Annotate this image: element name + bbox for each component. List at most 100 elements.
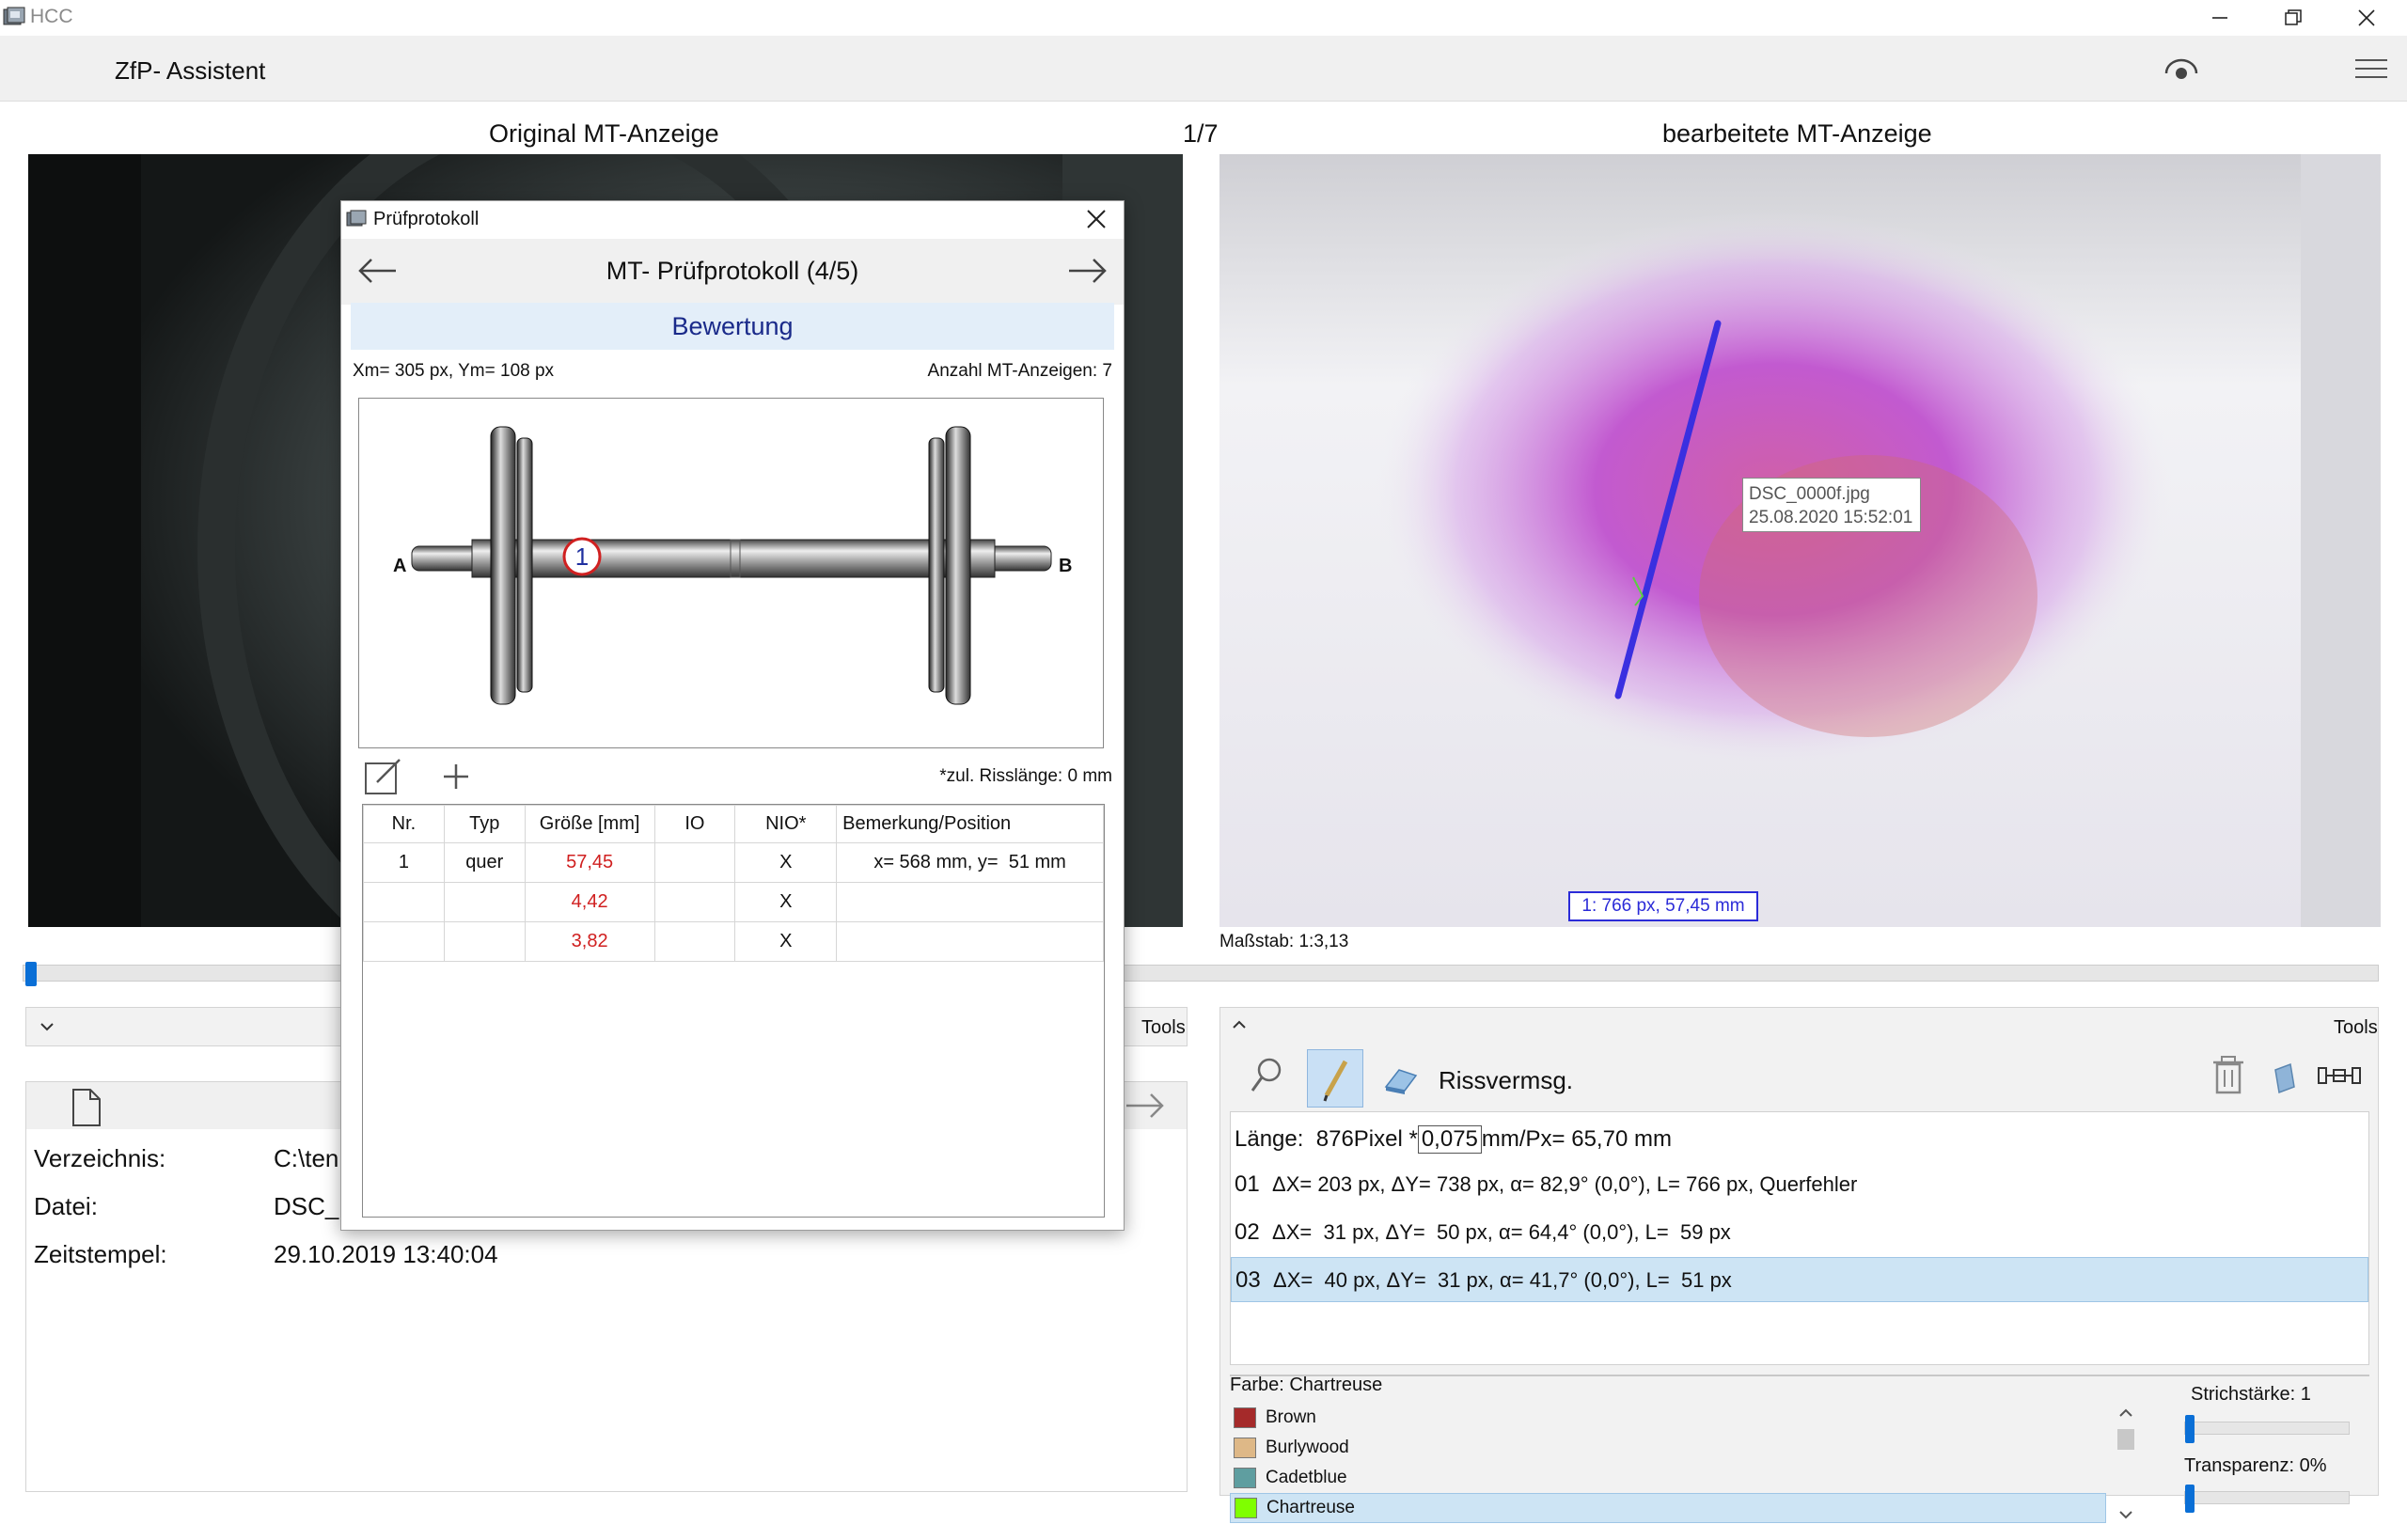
indication-table: Nr. Typ Größe [mm] IO NIO* Bemerkung/Pos… xyxy=(363,805,1104,962)
measurement-content: 03 ΔX= 40 px, ΔY= 31 px, α= 41,7° (0,0°)… xyxy=(1235,1267,1732,1294)
collapse-toggle-right[interactable] xyxy=(1230,1015,1249,1039)
color-swatch xyxy=(1234,1438,1256,1458)
col-header: Typ xyxy=(443,805,526,843)
measurement-id: 03 xyxy=(1235,1267,1261,1293)
scrollbar-arrows xyxy=(2117,1408,2134,1519)
divider xyxy=(1230,1375,2369,1376)
minimize-button[interactable] xyxy=(2183,0,2257,36)
scale-factor-input[interactable]: 0,075 xyxy=(1417,1125,1482,1154)
cell-typ xyxy=(443,882,526,922)
indication-marker: 1 xyxy=(575,542,589,571)
color-swatch xyxy=(1235,1498,1257,1518)
dialog-navigation: MT- Prüfprotokoll (4/5) xyxy=(341,239,1124,305)
dialog-close-button[interactable] xyxy=(1084,207,1109,236)
cell-nr xyxy=(363,882,445,922)
image-counter: 1/7 xyxy=(1183,119,1219,148)
cell-io[interactable] xyxy=(653,842,736,883)
col-header: IO xyxy=(653,805,736,843)
add-button[interactable] xyxy=(441,762,471,796)
pruefprotokoll-dialog: Prüfprotokoll MT- Prüfprotokoll (4/5) Be… xyxy=(340,200,1125,1231)
directory-label: Verzeichnis: xyxy=(34,1144,166,1172)
cell-nio[interactable]: X xyxy=(734,882,838,922)
eraser-tool-button[interactable] xyxy=(1382,1062,1420,1099)
cell-nr xyxy=(363,921,445,962)
cell-remark xyxy=(836,921,1104,962)
layer-icon xyxy=(2274,1062,2295,1094)
axle-diagram[interactable]: 1 A B xyxy=(358,398,1104,748)
file-value: DSC_( xyxy=(274,1192,348,1220)
close-window-button[interactable] xyxy=(2330,0,2403,36)
processed-image-caption: bearbeitete MT-Anzeige xyxy=(1662,119,1932,148)
pencil-icon xyxy=(1323,1060,1348,1102)
chevron-down-icon xyxy=(40,1023,54,1031)
layer-button[interactable] xyxy=(2270,1061,2300,1099)
document-button[interactable] xyxy=(68,1088,105,1132)
measurement-row-selected[interactable]: 03 ΔX= 40 px, ΔY= 31 px, α= 41,7° (0,0°)… xyxy=(1231,1257,2368,1302)
menu-button[interactable] xyxy=(2353,55,2389,87)
next-file-button[interactable] xyxy=(1125,1090,1166,1126)
dialog-titlebar: Prüfprotokoll xyxy=(341,201,1124,239)
color-swatch xyxy=(1234,1407,1256,1428)
color-item-chartreuse[interactable]: Chartreuse xyxy=(1230,1493,2106,1523)
color-item-cadetblue[interactable]: Cadetblue xyxy=(1230,1463,2106,1493)
stroke-width-slider[interactable] xyxy=(2184,1415,2350,1443)
chevron-up-icon xyxy=(1233,1020,1246,1029)
dialog-app-icon xyxy=(345,209,368,234)
stroke-width-thumb[interactable] xyxy=(2185,1415,2195,1443)
measurement-text: ΔX= 40 px, ΔY= 31 px, α= 41,7° (0,0°), L… xyxy=(1273,1268,1732,1292)
hamburger-icon xyxy=(2355,59,2387,78)
measurement-id: 02 xyxy=(1235,1219,1260,1245)
right-tools-label: Tools xyxy=(2334,1017,2378,1038)
app-header-title: ZfP- Assistent xyxy=(115,56,266,85)
next-page-button[interactable] xyxy=(1065,254,1109,292)
length-pixel-unit: Pixel * xyxy=(1353,1126,1418,1152)
cell-typ xyxy=(443,921,526,962)
ruler-button[interactable] xyxy=(2317,1061,2362,1093)
cell-remark: x= 568 mm, y= 51 mm xyxy=(836,842,1104,883)
cell-nio[interactable]: X xyxy=(734,842,838,883)
cell-nio[interactable]: X xyxy=(734,921,838,962)
zoom-tool-button[interactable] xyxy=(1249,1055,1286,1101)
cell-remark xyxy=(836,882,1104,922)
plus-icon xyxy=(444,764,468,789)
length-pixels: 876 xyxy=(1315,1126,1354,1152)
wheelset-drawing: 1 A B xyxy=(393,426,1072,705)
table-row[interactable]: 4,42 X xyxy=(363,882,1104,922)
measurement-row[interactable]: 02 ΔX= 31 px, ΔY= 50 px, α= 64,4° (0,0°)… xyxy=(1235,1219,1731,1246)
color-scrollbar[interactable] xyxy=(2112,1403,2140,1525)
color-item-brown[interactable]: Brown xyxy=(1230,1403,2106,1433)
cell-io[interactable] xyxy=(653,921,736,962)
edit-button[interactable] xyxy=(364,756,403,800)
col-header: Nr. xyxy=(363,805,445,843)
transparency-slider[interactable] xyxy=(2184,1485,2350,1513)
timestamp-value: 29.10.2019 13:40:04 xyxy=(274,1240,498,1268)
axle-label-a: A xyxy=(393,556,406,576)
color-item-burlywood[interactable]: Burlywood xyxy=(1230,1433,2106,1463)
right-tools-panel: Tools Rissvermsg. Länge: 876Pixel * 0,075… xyxy=(1219,1007,2379,1523)
transparency-thumb[interactable] xyxy=(2185,1485,2195,1513)
close-icon xyxy=(1087,210,1106,228)
ruler-icon xyxy=(2318,1067,2361,1084)
measurement-row[interactable]: 01 ΔX= 203 px, ΔY= 738 px, α= 82,9° (0,0… xyxy=(1235,1171,1857,1198)
cell-io[interactable] xyxy=(653,882,736,922)
table-row[interactable]: 3,82 X xyxy=(363,921,1104,962)
color-label: Farbe: Chartreuse xyxy=(1230,1375,1383,1395)
visibility-button[interactable] xyxy=(2163,55,2200,87)
delete-button[interactable] xyxy=(2210,1055,2247,1101)
cell-typ: quer xyxy=(443,842,526,883)
cell-size: 57,45 xyxy=(524,842,655,883)
length-label: Länge: xyxy=(1235,1126,1304,1152)
restore-button[interactable] xyxy=(2257,0,2330,36)
trash-icon xyxy=(2213,1056,2243,1094)
processed-mt-image[interactable]: DSC_0000f.jpg 25.08.2020 15:52:01 1: 766… xyxy=(1219,154,2381,927)
color-list[interactable]: Brown Burlywood Cadetblue Chartreuse xyxy=(1230,1403,2106,1527)
table-row[interactable]: 1 quer 57,45 X x= 568 mm, y= 51 mm xyxy=(363,842,1104,883)
pencil-tool-button[interactable] xyxy=(1307,1049,1363,1108)
original-image-caption: Original MT-Anzeige xyxy=(489,119,719,148)
cell-size: 3,82 xyxy=(524,921,655,962)
collapse-toggle[interactable] xyxy=(38,1017,56,1041)
image-slider-thumb[interactable] xyxy=(25,962,37,986)
measurement-label: 1: 766 px, 57,45 mm xyxy=(1568,891,1758,921)
file-label: Datei: xyxy=(34,1192,98,1220)
cell-size: 4,42 xyxy=(524,882,655,922)
